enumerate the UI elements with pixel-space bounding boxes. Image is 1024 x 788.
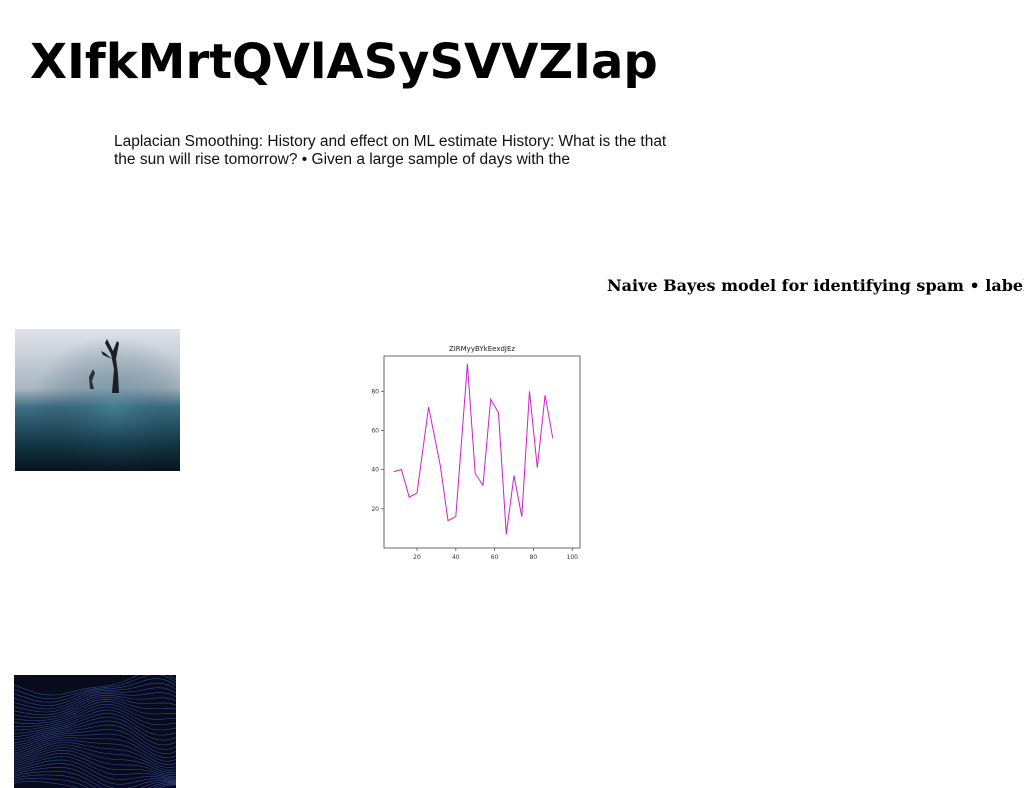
waves-illustration <box>14 675 176 788</box>
x-tick-label: 60 <box>491 554 499 561</box>
y-tick-label: 40 <box>371 467 379 474</box>
x-tick-label: 80 <box>530 554 538 561</box>
y-tick-label: 60 <box>371 427 379 434</box>
page-title: XIfkMrtQVlASySVVZIap <box>30 34 658 90</box>
waves-image <box>14 675 176 788</box>
tree-photo <box>15 329 180 471</box>
tree-photo-illustration <box>15 329 180 471</box>
chart-svg: ZIRMyyBYkEexdJEz 20 40 60 80 100 20 40 60 80 <box>371 345 581 561</box>
x-tick-label: 40 <box>452 554 460 561</box>
series-line <box>393 363 554 535</box>
x-tick-label: 20 <box>413 554 421 561</box>
side-text-block: Naive Bayes model for identifying spam •… <box>607 277 1024 295</box>
chart-title: ZIRMyyBYkEexdJEz <box>449 345 515 353</box>
y-tick-label: 20 <box>371 506 379 513</box>
body-paragraph: Laplacian Smoothing: History and effect … <box>114 133 667 168</box>
x-tick-label: 100 <box>567 554 579 561</box>
plot-frame <box>383 355 581 549</box>
line-chart: ZIRMyyBYkEexdJEz 20 40 60 80 100 20 40 60 80 <box>355 340 590 565</box>
y-tick-label: 80 <box>371 388 379 395</box>
